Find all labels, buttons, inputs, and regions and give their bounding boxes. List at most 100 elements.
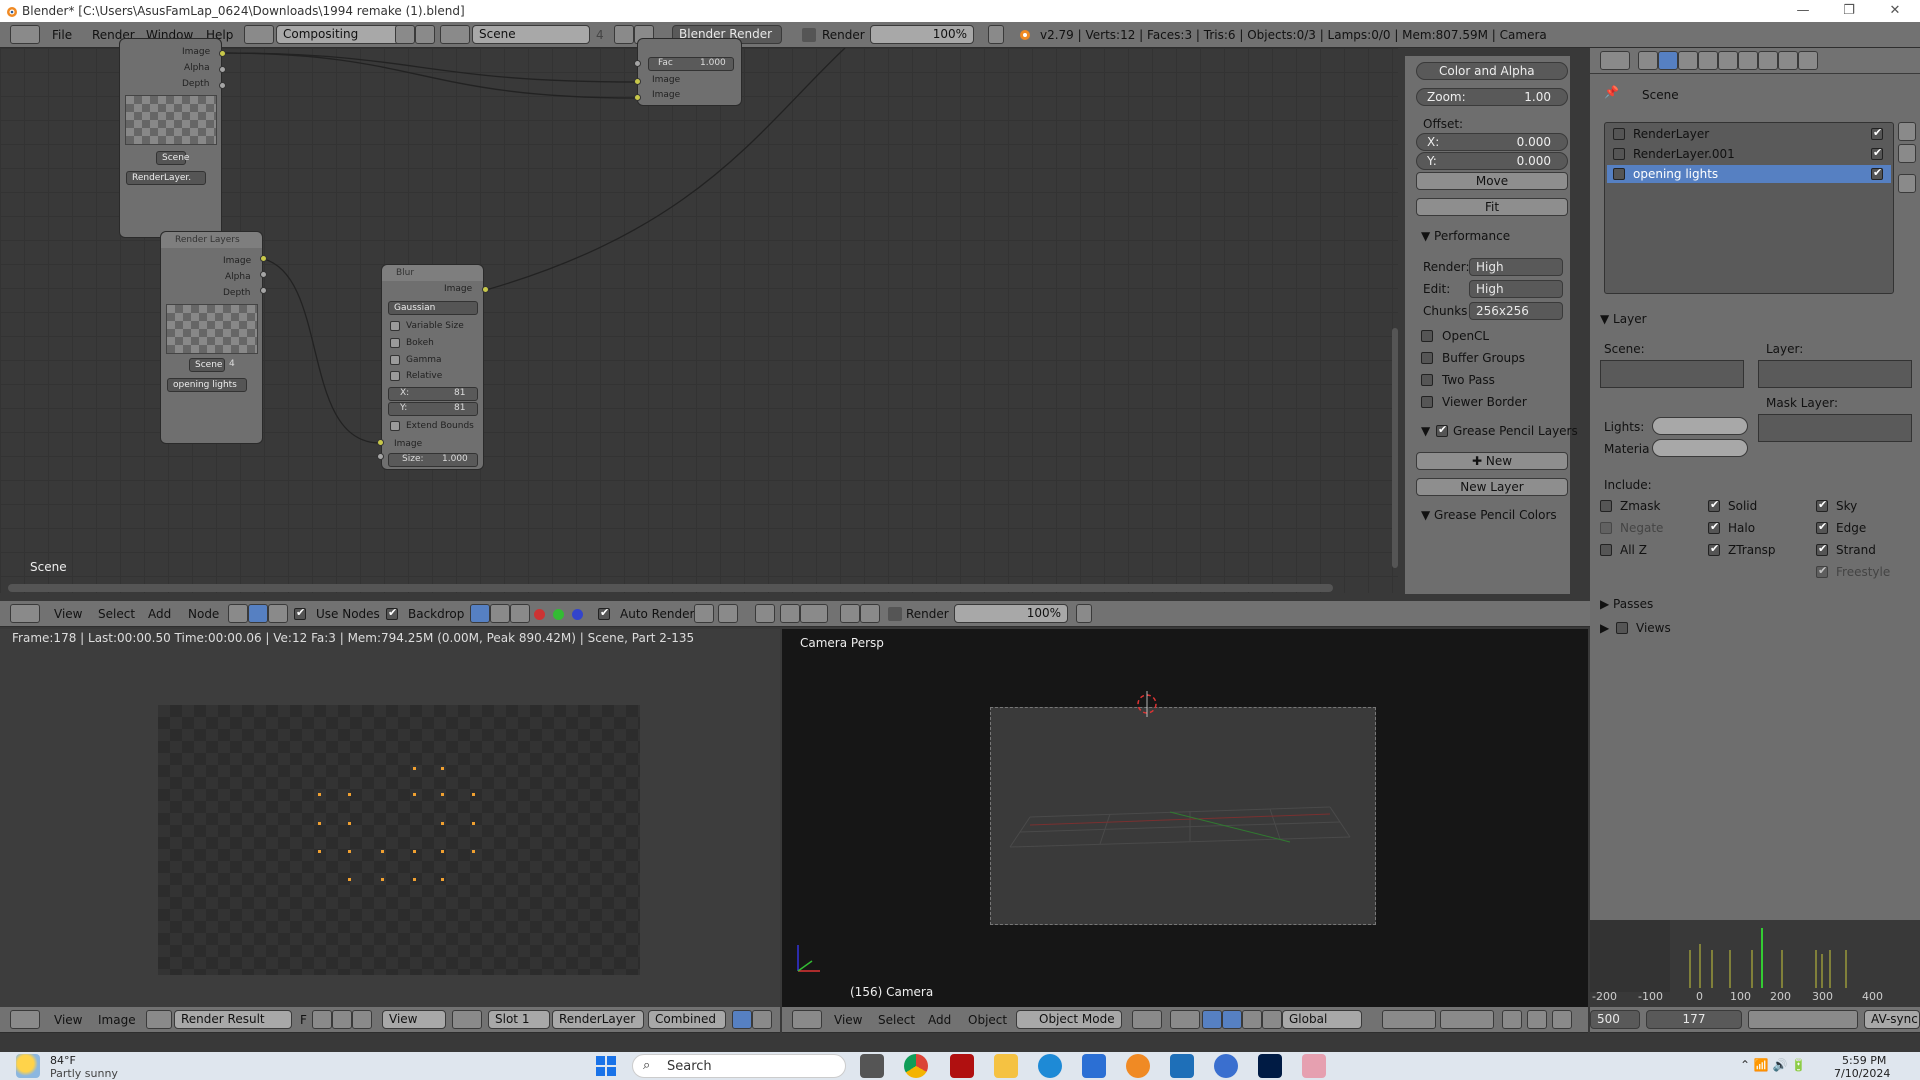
screen-layout-icon[interactable] xyxy=(244,25,274,44)
extend-bounds-checkbox[interactable] xyxy=(390,421,400,431)
shader-nodes-icon[interactable] xyxy=(228,604,248,623)
output-socket[interactable] xyxy=(260,287,267,294)
views-section[interactable]: ▶ xyxy=(1600,621,1609,635)
output-socket[interactable] xyxy=(219,82,226,89)
red-channel-icon[interactable] xyxy=(534,609,545,620)
solid-checkbox[interactable] xyxy=(1708,498,1720,512)
auto-render-checkbox[interactable] xyxy=(598,606,610,620)
slot-select[interactable]: Slot 1 xyxy=(488,1010,550,1029)
pivot-icon[interactable] xyxy=(452,1010,482,1029)
input-socket[interactable] xyxy=(634,78,641,85)
passes-section[interactable]: ▶ Passes xyxy=(1600,597,1653,611)
menu-node[interactable]: Node xyxy=(188,605,219,623)
maximize-button[interactable]: ❐ xyxy=(1826,0,1872,22)
layer-enabled-checkbox[interactable] xyxy=(1871,166,1883,180)
scene-layer-grid[interactable] xyxy=(1600,360,1744,388)
animate-icon[interactable] xyxy=(1258,1054,1282,1078)
grease-pencil-colors-section[interactable]: ▼ Grease Pencil Colors xyxy=(1421,508,1557,522)
new-layer-button[interactable]: New Layer xyxy=(1416,478,1568,496)
editor-type-properties-icon[interactable] xyxy=(1600,51,1630,70)
remove-layer-button[interactable] xyxy=(1898,144,1916,163)
menu-select[interactable]: Select xyxy=(878,1011,915,1029)
backdrop-rgb-icon[interactable] xyxy=(470,604,490,623)
views-checkbox[interactable] xyxy=(1616,622,1628,634)
pivot-select-icon[interactable] xyxy=(1170,1010,1200,1029)
translate-icon[interactable] xyxy=(1222,1010,1242,1029)
playback-controls-icon[interactable] xyxy=(1748,1010,1858,1029)
texture-nodes-icon[interactable] xyxy=(268,604,288,623)
cancel-render-icon[interactable] xyxy=(988,25,1004,44)
orientation-select[interactable]: Global xyxy=(1282,1010,1362,1029)
physics-tab-icon[interactable] xyxy=(1798,51,1818,70)
copy-nodes-icon[interactable] xyxy=(840,604,860,623)
offset-y-field[interactable]: Y: 0.000 xyxy=(1416,152,1568,170)
horizontal-scrollbar[interactable] xyxy=(8,584,1333,592)
blue-channel-icon[interactable] xyxy=(572,609,583,620)
variable-size-checkbox[interactable] xyxy=(390,321,400,331)
snap-icon[interactable] xyxy=(694,604,714,623)
image-name-field[interactable]: Render Result xyxy=(174,1010,292,1029)
offset-x-field[interactable]: X: 0.000 xyxy=(1416,133,1568,151)
current-frame-field[interactable]: 177 xyxy=(1646,1010,1742,1029)
edge-icon[interactable] xyxy=(1038,1054,1062,1078)
menu-view[interactable]: View xyxy=(54,1011,82,1029)
mode-select[interactable]: Object Mode xyxy=(1016,1010,1122,1029)
use-nodes-checkbox[interactable] xyxy=(294,606,306,620)
render-tab-icon[interactable] xyxy=(1638,51,1658,70)
menu-add[interactable]: Add xyxy=(928,1011,951,1029)
task-view-icon[interactable] xyxy=(860,1054,884,1078)
output-socket[interactable] xyxy=(260,255,267,262)
render-layers-node[interactable]: Render Layers Image Alpha Depth Scene 4 … xyxy=(160,231,263,444)
layer-settings-button[interactable] xyxy=(1898,174,1916,193)
copy-icon[interactable] xyxy=(755,604,775,623)
buffer-groups-checkbox[interactable] xyxy=(1421,352,1433,364)
editor-type-3d-icon[interactable] xyxy=(792,1010,822,1029)
display-color-icon[interactable] xyxy=(732,1010,752,1029)
add-layer-button[interactable] xyxy=(1898,122,1916,141)
list-item[interactable]: RenderLayer xyxy=(1607,125,1891,143)
app-icon-2[interactable] xyxy=(1214,1054,1238,1078)
fake-user-toggle[interactable]: F xyxy=(300,1011,307,1029)
3d-viewport[interactable]: Camera Persp (156) Camera xyxy=(782,629,1588,1007)
zoom-field[interactable]: Zoom: 1.00 xyxy=(1416,88,1568,106)
app-icon[interactable] xyxy=(1170,1054,1194,1078)
open-image-icon[interactable] xyxy=(332,1010,352,1029)
list-item-selected[interactable]: opening lights xyxy=(1607,165,1891,183)
chrome-icon[interactable] xyxy=(904,1054,928,1078)
output-socket[interactable] xyxy=(219,66,226,73)
pin-icon[interactable]: 📌 xyxy=(1604,85,1619,99)
two-pass-checkbox[interactable] xyxy=(1421,374,1433,386)
menu-file[interactable]: File xyxy=(52,26,72,44)
input-socket[interactable] xyxy=(634,60,641,67)
relative-checkbox[interactable] xyxy=(390,371,400,381)
backdrop-channels-select[interactable]: Color and Alpha xyxy=(1416,62,1568,80)
timeline[interactable]: -200 -100 0 100 200 300 400 xyxy=(1590,920,1920,1007)
layer-lock-icon[interactable] xyxy=(1502,1010,1522,1029)
file-explorer-icon[interactable] xyxy=(994,1054,1018,1078)
snap-mode-icon[interactable] xyxy=(800,604,828,623)
menu-view[interactable]: View xyxy=(54,605,82,623)
scene-field[interactable]: Scene xyxy=(472,25,590,44)
bokeh-checkbox[interactable] xyxy=(390,338,400,348)
editor-type-node-icon[interactable] xyxy=(10,604,40,623)
compositing-nodes-icon[interactable] xyxy=(248,604,268,623)
flash-icon[interactable] xyxy=(950,1054,974,1078)
taskbar-search[interactable]: ⌕ Search xyxy=(632,1054,846,1078)
new-image-icon[interactable] xyxy=(312,1010,332,1029)
grease-pencil-layers-checkbox[interactable] xyxy=(1436,423,1448,437)
performance-section[interactable]: ▼ Performance xyxy=(1421,229,1510,243)
zmask-checkbox[interactable] xyxy=(1600,500,1612,512)
render-layer-grid[interactable] xyxy=(1758,360,1912,388)
world-tab-icon[interactable] xyxy=(1698,51,1718,70)
output-socket[interactable] xyxy=(219,50,226,57)
render-quality-select[interactable]: High xyxy=(1469,258,1563,276)
render-layers-node-top[interactable]: Image Alpha Depth Scene RenderLayer. xyxy=(119,38,222,238)
negate-checkbox[interactable] xyxy=(1600,522,1612,534)
frame-start-field[interactable]: 500 xyxy=(1590,1010,1640,1029)
editor-type-info-icon[interactable] xyxy=(10,25,40,44)
sky-checkbox[interactable] xyxy=(1816,498,1828,512)
node-layer-field[interactable]: opening lights xyxy=(167,378,247,392)
list-item[interactable]: RenderLayer.001 xyxy=(1607,145,1891,163)
display-alpha-icon[interactable] xyxy=(752,1010,772,1029)
blur-filter-select[interactable]: Gaussian xyxy=(388,301,478,315)
